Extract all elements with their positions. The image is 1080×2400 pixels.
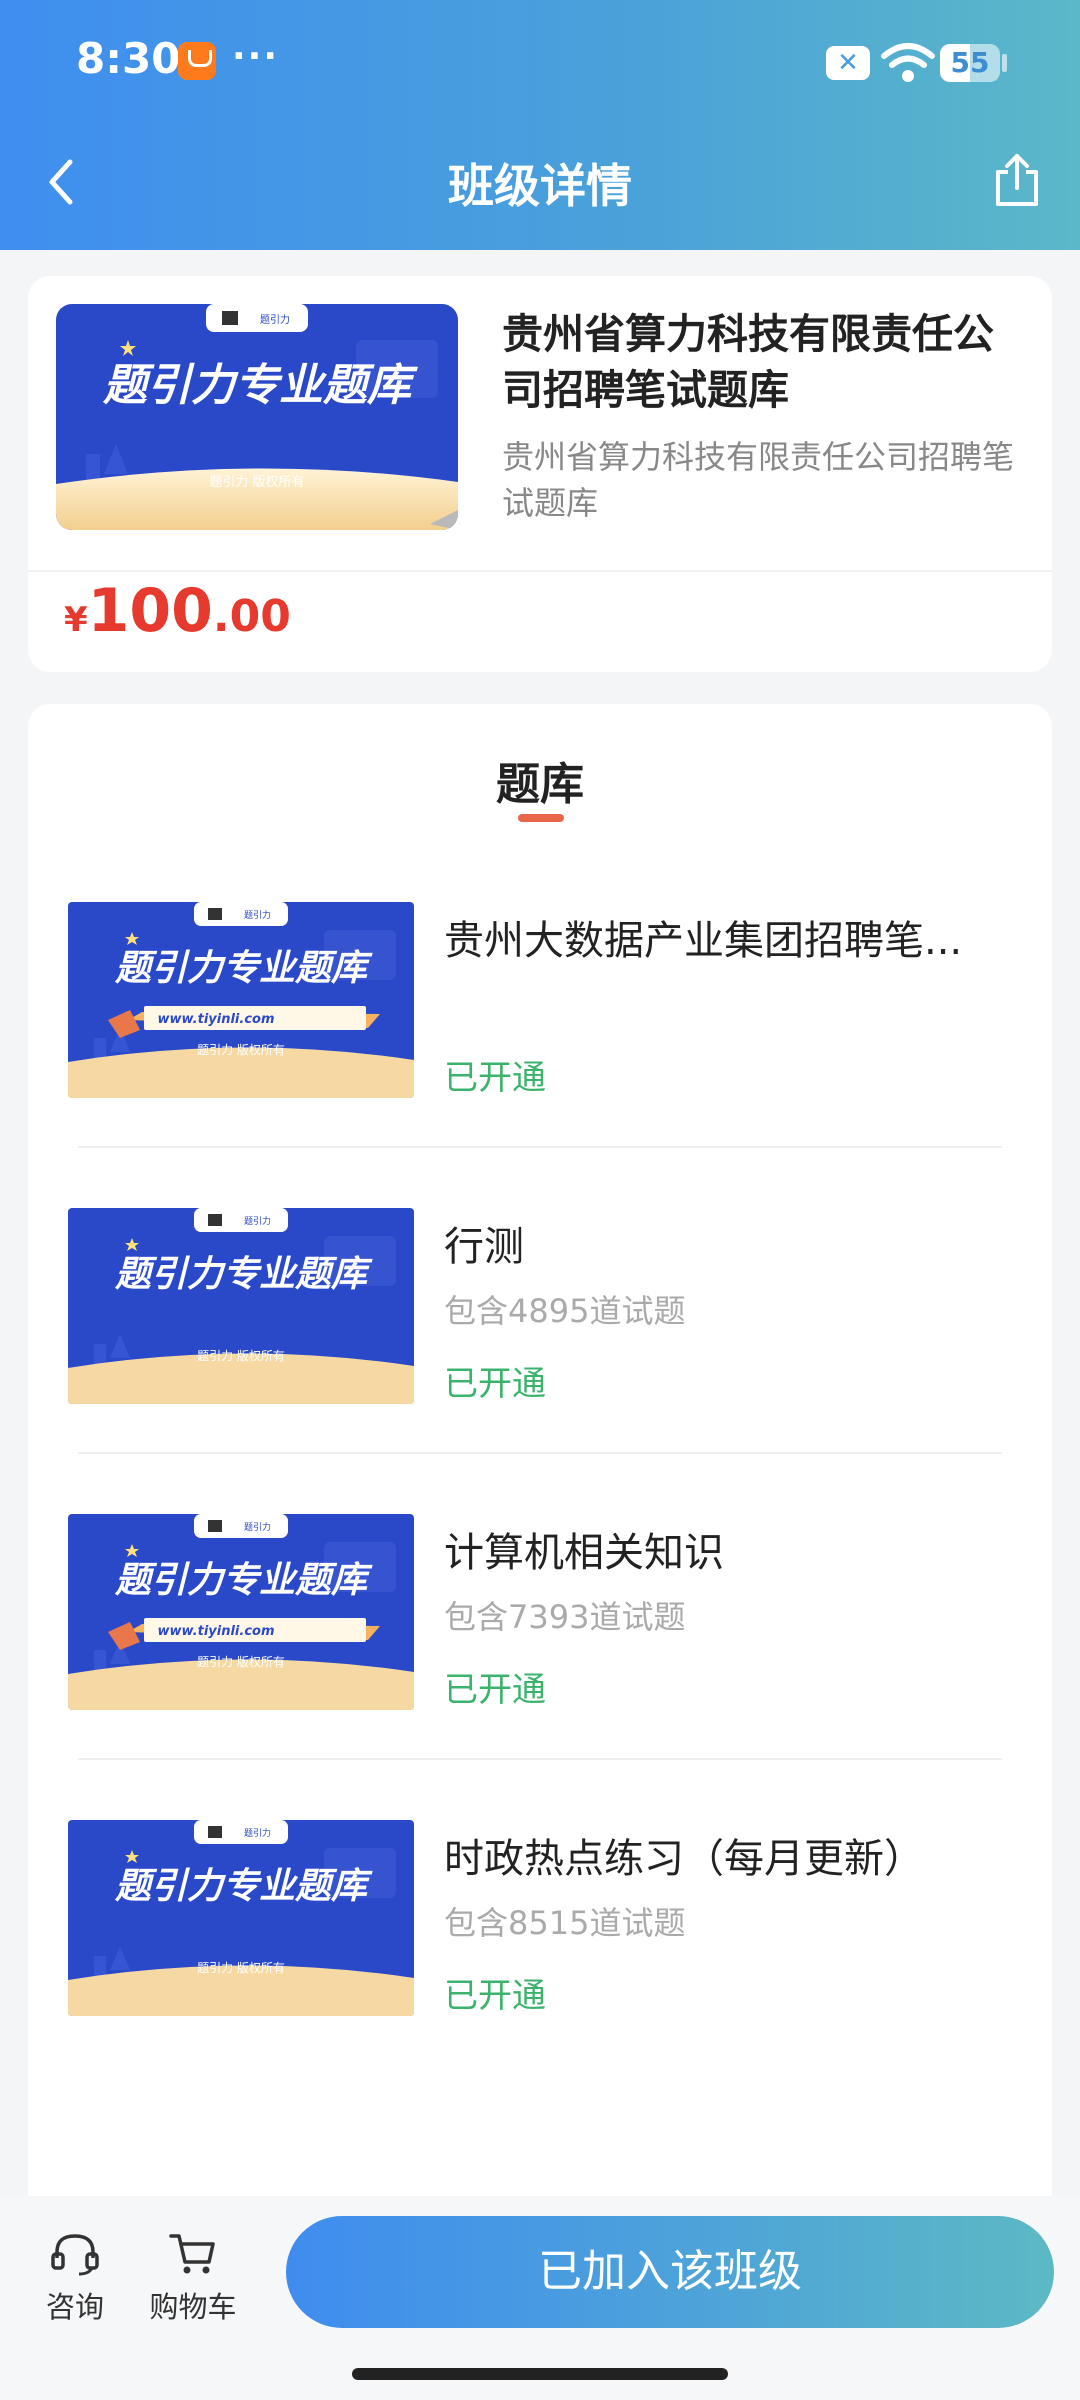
svg-text:题引力专业题库: 题引力专业题库 bbox=[114, 1254, 373, 1295]
app-header: 8:30 ··· ✕ 55 班级详情 bbox=[0, 0, 1080, 250]
divider bbox=[78, 1146, 1002, 1148]
more-notifications-icon: ··· bbox=[232, 36, 280, 77]
class-info-card: 题引力 题引力专业题库 题引力 版权所有 贵州省算力科技有限责任公司招聘笔试题库… bbox=[28, 276, 1052, 672]
question-bank-cover-image: 题引力 题引力专业题库 题引力 版权所有 bbox=[68, 1208, 414, 1404]
no-sim-icon: ✕ bbox=[826, 46, 870, 80]
status-badge: 已开通 bbox=[444, 1670, 546, 1710]
price-currency: ¥ bbox=[64, 600, 88, 640]
question-count: 包含8515道试题 bbox=[444, 1904, 686, 1942]
share-icon[interactable] bbox=[990, 150, 1044, 210]
svg-text:题引力专业题库: 题引力专业题库 bbox=[114, 1866, 373, 1907]
headset-icon bbox=[51, 2234, 99, 2276]
tab-question-bank[interactable]: 题库 bbox=[28, 748, 1052, 812]
svg-text:www.tiyinli.com: www.tiyinli.com bbox=[157, 1012, 274, 1027]
status-bar: 8:30 ··· ✕ 55 bbox=[0, 0, 1080, 120]
class-subtitle: 贵州省算力科技有限责任公司招聘笔试题库 bbox=[502, 438, 1015, 522]
question-bank-name: 贵州大数据产业集团招聘笔... bbox=[444, 918, 963, 964]
svg-text:题引力: 题引力 bbox=[244, 1215, 271, 1227]
price-integer: 100 bbox=[87, 576, 213, 646]
svg-text:题引力: 题引力 bbox=[260, 313, 290, 326]
status-badge: 已开通 bbox=[444, 1976, 546, 2016]
class-cover-image: 题引力 题引力专业题库 题引力 版权所有 bbox=[56, 304, 458, 530]
page-title: 班级详情 bbox=[448, 159, 632, 213]
question-count: 包含7393道试题 bbox=[444, 1598, 686, 1636]
status-badge: 已开通 bbox=[444, 1058, 546, 1098]
question-count: 包含4895道试题 bbox=[444, 1292, 686, 1330]
question-bank-item[interactable]: 题引力 题引力专业题库 题引力 版权所有 时政热点练习（每月更新） 包含8515… bbox=[68, 1820, 1028, 2020]
battery-icon: 55 bbox=[940, 44, 1000, 82]
question-bank-name: 计算机相关知识 bbox=[444, 1530, 724, 1576]
svg-text:题引力 版权所有: 题引力 版权所有 bbox=[197, 1961, 285, 1975]
question-bank-name: 时政热点练习（每月更新） bbox=[444, 1836, 924, 1882]
cart-label: 购物车 bbox=[149, 2290, 237, 2324]
svg-text:题引力专业题库: 题引力专业题库 bbox=[102, 360, 418, 411]
svg-text:题引力 版权所有: 题引力 版权所有 bbox=[197, 1349, 285, 1363]
question-bank-item[interactable]: 题引力 题引力专业题库 www.tiyinli.com 题引力 版权所有 计算机… bbox=[68, 1514, 1028, 1714]
consult-button[interactable]: 咨询 bbox=[20, 2230, 130, 2326]
status-time: 8:30 bbox=[76, 34, 181, 83]
bottom-action-bar: 咨询 购物车 已加入该班级 bbox=[0, 2196, 1080, 2400]
divider bbox=[78, 1452, 1002, 1454]
question-bank-section: 题库 题引力 题引力专业题库 www.tiyinli.com 题引力 版权所有 … bbox=[28, 704, 1052, 2204]
svg-text:www.tiyinli.com: www.tiyinli.com bbox=[157, 1624, 274, 1639]
class-price: ¥100.00 bbox=[64, 576, 291, 646]
shopping-cart-icon bbox=[169, 2234, 215, 2274]
joined-class-button[interactable]: 已加入该班级 bbox=[286, 2216, 1054, 2328]
question-bank-item[interactable]: 题引力 题引力专业题库 www.tiyinli.com 题引力 版权所有 贵州大… bbox=[68, 902, 1028, 1102]
svg-text:题引力专业题库: 题引力专业题库 bbox=[114, 948, 373, 989]
question-bank-item[interactable]: 题引力 题引力专业题库 题引力 版权所有 行测 包含4895道试题 已开通 bbox=[68, 1208, 1028, 1408]
svg-text:题引力: 题引力 bbox=[244, 909, 271, 921]
shopping-app-icon bbox=[178, 42, 216, 80]
svg-text:题引力 版权所有: 题引力 版权所有 bbox=[209, 474, 304, 490]
svg-text:题引力: 题引力 bbox=[244, 1827, 271, 1839]
svg-text:题引力 版权所有: 题引力 版权所有 bbox=[197, 1043, 285, 1057]
cart-button[interactable]: 购物车 bbox=[138, 2230, 248, 2326]
consult-label: 咨询 bbox=[45, 2290, 104, 2324]
tab-active-indicator bbox=[518, 814, 564, 822]
status-badge: 已开通 bbox=[444, 1364, 546, 1404]
svg-text:题引力 版权所有: 题引力 版权所有 bbox=[197, 1655, 285, 1669]
question-bank-cover-image: 题引力 题引力专业题库 www.tiyinli.com 题引力 版权所有 bbox=[68, 902, 414, 1098]
question-bank-name: 行测 bbox=[444, 1224, 524, 1270]
home-indicator[interactable] bbox=[352, 2368, 728, 2380]
divider bbox=[28, 570, 1052, 572]
svg-text:题引力专业题库: 题引力专业题库 bbox=[114, 1560, 373, 1601]
class-title: 贵州省算力科技有限责任公司招聘笔试题库 bbox=[502, 310, 994, 414]
divider bbox=[78, 1758, 1002, 1760]
question-bank-cover-image: 题引力 题引力专业题库 题引力 版权所有 bbox=[68, 1820, 414, 2016]
wifi-icon bbox=[881, 43, 935, 82]
question-bank-cover-image: 题引力 题引力专业题库 www.tiyinli.com 题引力 版权所有 bbox=[68, 1514, 414, 1710]
battery-level: 55 bbox=[950, 46, 990, 79]
svg-text:题引力: 题引力 bbox=[244, 1521, 271, 1533]
price-decimal: .00 bbox=[212, 591, 291, 642]
